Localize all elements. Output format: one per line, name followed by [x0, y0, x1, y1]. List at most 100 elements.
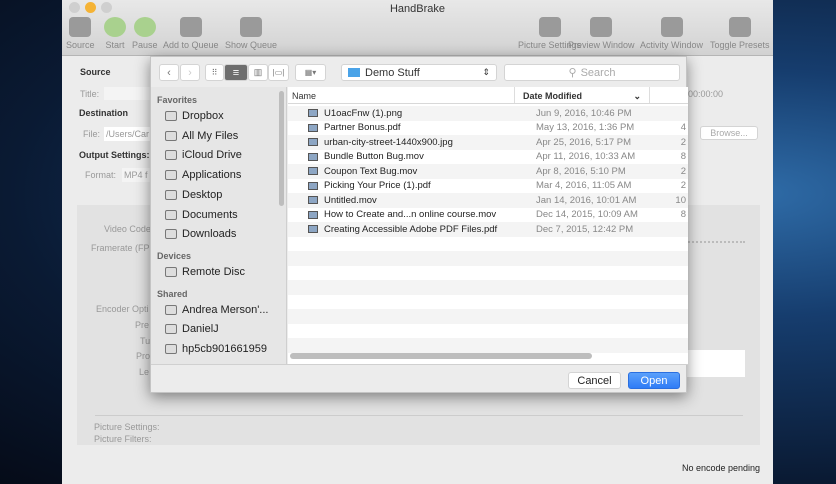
- video-codec-label: Video Code: [104, 224, 151, 234]
- file-icon: [308, 138, 318, 147]
- file-row[interactable]: urban-city-street-1440x900.jpg Apr 25, 20…: [288, 135, 688, 150]
- location-label: Demo Stuff: [365, 66, 420, 79]
- file-row[interactable]: Bundle Button Bug.mov Apr 11, 2016, 10:33…: [288, 150, 688, 165]
- sidebar-item[interactable]: hp5cb901661959: [165, 343, 267, 355]
- sidebar-item-label: Dropbox: [182, 110, 224, 122]
- sidebar: Favorites Dropbox All My Files iCloud Drive…: [151, 87, 287, 364]
- chevron-updown-icon: ⇕: [482, 67, 490, 77]
- file-date: Dec 14, 2015, 10:09 AM: [536, 209, 638, 221]
- location-popup[interactable]: Demo Stuff ⇕: [341, 64, 497, 81]
- sidebar-item-label: All My Files: [182, 129, 239, 142]
- file-name: Bundle Button Bug.mov: [324, 151, 424, 163]
- file-icon: [308, 167, 318, 176]
- title-bar: HandBrake Source Start Pause Add to Queue Sh…: [62, 0, 773, 56]
- empty-row: [288, 280, 688, 295]
- toolbar-terminal-button[interactable]: Activity Window: [640, 17, 703, 50]
- sidebar-item[interactable]: Downloads: [165, 228, 236, 240]
- open-button[interactable]: Open: [628, 372, 680, 389]
- sidebar-item[interactable]: Desktop: [165, 189, 222, 201]
- file-name: Coupon Text Bug.mov: [324, 165, 418, 177]
- pause-icon: [133, 17, 156, 37]
- toolbar-add-queue-button[interactable]: Add to Queue: [163, 17, 219, 50]
- file-row[interactable]: Creating Accessible Adobe PDF Files.pdf D…: [288, 222, 688, 237]
- cover-flow-button[interactable]: |▭|: [268, 64, 289, 81]
- toolbar-play-button[interactable]: Start: [104, 17, 126, 50]
- browse-button[interactable]: Browse...: [700, 126, 758, 140]
- file-list: Name Date Modified ⌄ U1oacFnw (1).png Jun …: [288, 87, 688, 364]
- column-header-date[interactable]: Date Modified ⌄: [514, 87, 650, 103]
- sidebar-item[interactable]: Andrea Merson'...: [165, 304, 268, 316]
- file-date: Mar 4, 2016, 11:05 AM: [536, 180, 632, 192]
- toolbar-label: Source: [66, 40, 95, 50]
- file-name: urban-city-street-1440x900.jpg: [324, 136, 453, 148]
- file-size: 2: [680, 180, 686, 192]
- cancel-button[interactable]: Cancel: [568, 372, 621, 389]
- search-icon: ⚲: [568, 67, 577, 79]
- sidebar-item-label: hp5cb901661959: [182, 343, 268, 355]
- sidebar-item[interactable]: Remote Disc: [165, 266, 245, 278]
- sidebar-section-header: Devices: [157, 250, 192, 261]
- file-icon: [308, 181, 318, 190]
- file-row[interactable]: Partner Bonus.pdf May 13, 2016, 1:36 PM 4: [288, 121, 688, 136]
- file-date: Jun 9, 2016, 10:46 PM: [536, 107, 632, 119]
- toolbar-eye-button[interactable]: Preview Window: [568, 17, 635, 50]
- file-icon: [308, 109, 318, 118]
- options-field[interactable]: [685, 350, 745, 377]
- sidebar-item[interactable]: All My Files: [165, 130, 238, 142]
- forward-button[interactable]: ›: [180, 64, 200, 81]
- toolbar-label: Activity Window: [640, 40, 704, 50]
- format-label: Format:: [85, 170, 117, 180]
- file-row[interactable]: How to Create and...n online course.mov D…: [288, 208, 688, 223]
- location-icon: [165, 111, 177, 121]
- file-label: File:: [83, 129, 101, 139]
- queue-icon: [240, 17, 263, 37]
- search-input[interactable]: ⚲ Search: [504, 64, 680, 81]
- location-icon: [165, 304, 177, 315]
- sidebar-item-label: Downloads: [182, 228, 237, 241]
- sidebar-item[interactable]: DanielJ: [165, 323, 219, 335]
- title-select[interactable]: [104, 87, 154, 100]
- file-size: 2: [680, 136, 686, 148]
- toolbar-pause-button[interactable]: Pause: [132, 17, 158, 50]
- picture-filters-label: Picture Filters:: [94, 434, 152, 444]
- file-date: Jan 14, 2016, 10:01 AM: [536, 194, 637, 206]
- sidebar-item[interactable]: Documents: [165, 209, 238, 221]
- quality-slider[interactable]: [685, 241, 745, 243]
- encoder-options-label: Encoder Opti: [96, 304, 149, 314]
- location-icon: [165, 344, 177, 354]
- file-row[interactable]: Coupon Text Bug.mov Apr 8, 2016, 5:10 PM 2: [288, 164, 688, 179]
- date-header-label: Date Modified: [523, 91, 583, 101]
- file-date: May 13, 2016, 1:36 PM: [536, 122, 635, 134]
- horizontal-scrollbar[interactable]: [290, 353, 592, 359]
- output-settings-heading: Output Settings:: [79, 150, 150, 160]
- sidebar-item[interactable]: Dropbox: [165, 110, 224, 122]
- back-button[interactable]: ‹: [159, 64, 179, 81]
- file-row[interactable]: Picking Your Price (1).pdf Mar 4, 2016, 1…: [288, 179, 688, 194]
- toolbar-clapperboard-button[interactable]: Source: [66, 17, 95, 50]
- destination-heading: Destination: [79, 108, 129, 118]
- toolbar-label: Show Queue: [225, 40, 278, 50]
- sidebar-item[interactable]: Applications: [165, 169, 241, 181]
- empty-row: [288, 266, 688, 281]
- column-view-button[interactable]: ▥: [248, 64, 268, 81]
- clapperboard-icon: [69, 17, 92, 37]
- file-row[interactable]: Untitled.mov Jan 14, 2016, 10:01 AM 10: [288, 193, 688, 208]
- toolbar-sidebar-button[interactable]: Toggle Presets: [710, 17, 770, 50]
- file-icon: [308, 225, 318, 234]
- sidebar-item[interactable]: iCloud Drive: [165, 149, 242, 161]
- list-view-button[interactable]: ≡: [224, 64, 248, 81]
- location-icon: [165, 150, 177, 161]
- toolbar-queue-button[interactable]: Show Queue: [225, 17, 277, 50]
- sidebar-item-label: Applications: [182, 169, 242, 182]
- sidebar-scrollbar[interactable]: [279, 91, 284, 206]
- column-header-name[interactable]: Name: [288, 87, 514, 103]
- arrange-button[interactable]: ▦▾: [295, 64, 326, 81]
- file-field[interactable]: /Users/Car: [104, 127, 154, 141]
- file-row[interactable]: U1oacFnw (1).png Jun 9, 2016, 10:46 PM: [288, 106, 688, 121]
- sidebar-item-label: iCloud Drive: [182, 149, 242, 162]
- icon-view-button[interactable]: ⠿: [205, 64, 224, 81]
- status-text: No encode pending: [682, 463, 761, 473]
- empty-row: [288, 295, 688, 310]
- picture-settings-label: Picture Settings:: [94, 422, 160, 432]
- file-size: 2: [680, 165, 686, 177]
